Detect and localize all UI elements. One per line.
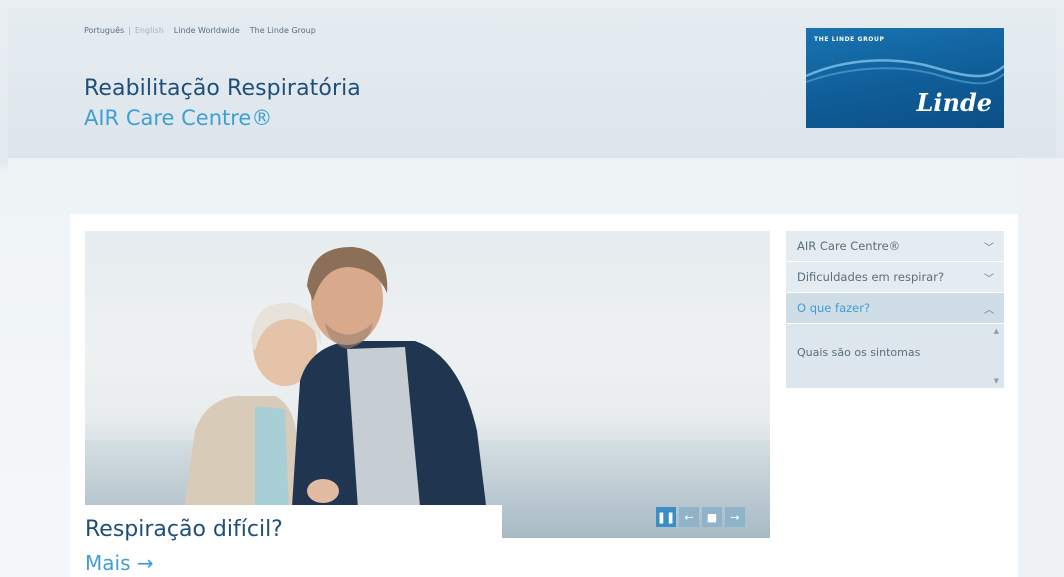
sidenav-item-dificuldades[interactable]: Dificuldades em respirar? ﹀ xyxy=(786,262,1004,293)
slide-more-link[interactable]: Mais → xyxy=(85,551,154,575)
side-navigation: AIR Care Centre® ﹀ Dificuldades em respi… xyxy=(786,231,1004,388)
sidenav-item-label: O que fazer? xyxy=(797,301,871,315)
sidenav-item-label: Dificuldades em respirar? xyxy=(797,270,945,284)
top-links: Português | English Linde Worldwide The … xyxy=(84,26,316,35)
next-arrow-icon[interactable]: → xyxy=(725,507,745,527)
sidenav-item-air-care-centre[interactable]: AIR Care Centre® ﹀ xyxy=(786,231,1004,262)
chevron-down-icon: ﹀ xyxy=(984,242,994,254)
header-subband xyxy=(8,158,1018,214)
hero-image-senior-couple xyxy=(85,246,770,538)
lang-portugues-link[interactable]: Português xyxy=(84,26,124,35)
lang-english-link[interactable]: English xyxy=(135,26,164,35)
site-subtitle: AIR Care Centre® xyxy=(84,106,273,130)
pause-icon[interactable]: ❚❚ xyxy=(656,507,676,527)
sidenav-submenu: ▲ Quais são os sintomas ▼ xyxy=(786,324,1004,388)
slider-controls: ❚❚ ← ■ → xyxy=(656,507,745,527)
sidenav-item-o-que-fazer[interactable]: O que fazer? ︿ xyxy=(786,293,1004,324)
logo-brand-text: Linde xyxy=(916,88,993,117)
stop-icon[interactable]: ■ xyxy=(702,507,722,527)
site-title: Reabilitação Respiratória xyxy=(84,76,361,101)
logo-group-text: THE LINDE GROUP xyxy=(814,36,885,43)
lang-separator: | xyxy=(128,26,131,35)
linde-logo[interactable]: THE LINDE GROUP Linde xyxy=(806,28,1004,128)
sidenav-subitem-sintomas[interactable]: Quais são os sintomas xyxy=(797,346,920,359)
scroll-up-icon[interactable]: ▲ xyxy=(994,327,999,335)
hero-slideshow[interactable] xyxy=(85,231,770,538)
linde-worldwide-link[interactable]: Linde Worldwide xyxy=(174,26,240,35)
slide-caption-title: Respiração difícil? xyxy=(85,517,283,542)
chevron-down-icon: ﹀ xyxy=(984,273,994,285)
chevron-up-icon: ︿ xyxy=(984,304,994,316)
scroll-down-icon[interactable]: ▼ xyxy=(994,377,999,385)
sidenav-item-label: AIR Care Centre® xyxy=(797,239,901,253)
page-right-edge xyxy=(1018,158,1064,577)
previous-arrow-icon[interactable]: ← xyxy=(679,507,699,527)
linde-group-link[interactable]: The Linde Group xyxy=(250,26,316,35)
